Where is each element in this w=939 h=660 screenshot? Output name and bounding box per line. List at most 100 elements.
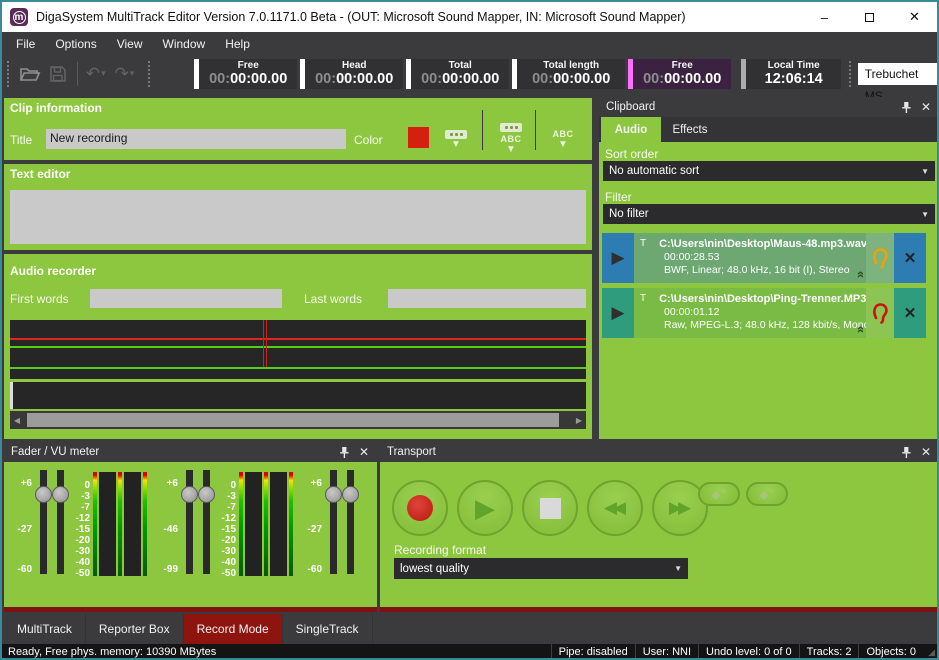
- undo-button[interactable]: ↶▾: [82, 60, 111, 88]
- text-editor-title: Text editor: [10, 167, 70, 181]
- add-marker-button[interactable]: ◆+: [698, 482, 740, 506]
- menu-help[interactable]: Help: [215, 34, 260, 54]
- font-selector[interactable]: Trebuchet MS: [858, 63, 937, 85]
- tab-reporter-box[interactable]: Reporter Box: [86, 614, 184, 644]
- expand-chevron-icon[interactable]: »: [852, 271, 866, 278]
- slider-knob[interactable]: [198, 486, 215, 503]
- scroll-left-button[interactable]: ◀: [10, 411, 24, 429]
- clipboard-item-2[interactable]: ▶ TC:\Users\nin\Desktop\Ping-Trenner.MP3…: [602, 288, 926, 338]
- close-panel-icon[interactable]: ✕: [921, 446, 931, 458]
- vu-level-bar: [124, 472, 141, 576]
- status-message: Ready, Free phys. memory: 10390 MBytes: [8, 646, 216, 658]
- fader-title: Fader / VU meter: [11, 446, 99, 458]
- close-panel-icon[interactable]: ✕: [921, 101, 931, 113]
- tab-record-mode[interactable]: Record Mode: [184, 614, 283, 644]
- slider-knob[interactable]: [181, 486, 198, 503]
- scroll-right-button[interactable]: ▶: [572, 411, 586, 429]
- fader-slider-mon-right[interactable]: [342, 470, 359, 578]
- play-button[interactable]: ▶: [457, 480, 513, 536]
- remove-marker-button[interactable]: ◆−: [746, 482, 788, 506]
- marker-row[interactable]: [10, 382, 586, 409]
- horizontal-scrollbar[interactable]: ◀ ▶: [10, 411, 586, 429]
- item-remove-button[interactable]: ✕: [894, 288, 926, 338]
- last-words-label: Last words: [304, 292, 362, 306]
- counter-value: 00:00:00.00: [643, 71, 721, 87]
- pin-icon[interactable]: [339, 446, 350, 459]
- text-template-dropdown-button[interactable]: ABC ▼: [491, 116, 531, 160]
- text-editor-panel: Text editor: [4, 164, 592, 250]
- resize-grip[interactable]: ◢: [923, 647, 937, 658]
- fader-slider-in-right[interactable]: [52, 470, 69, 578]
- item-body[interactable]: TC:\Users\nin\Desktop\Maus-48.mp3.wav 00…: [634, 233, 866, 283]
- status-bar: Ready, Free phys. memory: 10390 MBytes P…: [2, 644, 937, 660]
- redo-icon: ↷: [114, 65, 128, 82]
- status-undo-level: Undo level: 0 of 0: [698, 644, 799, 660]
- playhead-cursor[interactable]: [263, 320, 264, 367]
- vu-gradient-strip: [264, 472, 268, 576]
- expand-chevron-icon[interactable]: »: [852, 326, 866, 333]
- item-prelisten-button[interactable]: [866, 233, 894, 283]
- item-play-button[interactable]: ▶: [602, 288, 634, 338]
- item-prelisten-button[interactable]: [866, 288, 894, 338]
- close-icon: ✕: [904, 304, 917, 322]
- item-play-button[interactable]: ▶: [602, 233, 634, 283]
- tab-effects[interactable]: Effects: [661, 117, 719, 142]
- sort-order-value: No automatic sort: [609, 165, 699, 177]
- redo-button[interactable]: ↷▾: [110, 60, 139, 88]
- color-label: Color: [354, 133, 383, 147]
- waveform-display[interactable]: [10, 320, 586, 409]
- color-swatch[interactable]: [408, 127, 429, 148]
- tab-multitrack[interactable]: MultiTrack: [4, 614, 86, 644]
- filter-select[interactable]: No filter ▼: [603, 204, 935, 224]
- status-pipe: Pipe: disabled: [551, 644, 635, 660]
- open-button[interactable]: [16, 60, 45, 88]
- menu-file[interactable]: File: [6, 34, 45, 54]
- scrollbar-thumb[interactable]: [27, 413, 559, 427]
- stop-button[interactable]: [522, 480, 578, 536]
- text-editor-area[interactable]: [10, 190, 586, 244]
- dropdown-caret-icon: ▼: [451, 141, 461, 149]
- slider-knob[interactable]: [342, 486, 359, 503]
- toolbar-grip-2[interactable]: [148, 61, 154, 87]
- maximize-button[interactable]: [847, 2, 892, 32]
- menu-options[interactable]: Options: [45, 34, 106, 54]
- item-body[interactable]: TC:\Users\nin\Desktop\Ping-Trenner.MP3 0…: [634, 288, 866, 338]
- first-words-input[interactable]: [90, 289, 282, 308]
- slider-knob[interactable]: [325, 486, 342, 503]
- toolbar-grip[interactable]: [7, 61, 13, 87]
- playhead-cursor[interactable]: [266, 320, 267, 367]
- save-button[interactable]: [44, 60, 73, 88]
- slider-knob[interactable]: [52, 486, 69, 503]
- item-remove-button[interactable]: ✕: [894, 233, 926, 283]
- toolbar-grip-3[interactable]: [849, 61, 855, 87]
- ear-icon: [872, 247, 889, 269]
- pin-icon[interactable]: [901, 101, 912, 114]
- recording-format-select[interactable]: lowest quality ▼: [394, 558, 688, 579]
- fader-slider-out-right[interactable]: [198, 470, 215, 578]
- clipboard-item-1[interactable]: ▶ TC:\Users\nin\Desktop\Maus-48.mp3.wav …: [602, 233, 926, 283]
- record-button[interactable]: [392, 480, 448, 536]
- clipboard-header[interactable]: Clipboard ✕: [599, 97, 939, 117]
- menu-view[interactable]: View: [107, 34, 153, 54]
- fader-slider-in-left[interactable]: [35, 470, 52, 578]
- transport-header[interactable]: Transport ✕: [380, 442, 939, 462]
- fader-range-labels: +6-27-60: [300, 470, 325, 578]
- minimize-button[interactable]: –: [802, 2, 847, 32]
- tab-singletrack[interactable]: SingleTrack: [283, 614, 373, 644]
- fader-header[interactable]: Fader / VU meter ✕: [4, 442, 377, 462]
- menu-window[interactable]: Window: [153, 34, 216, 54]
- pin-icon[interactable]: [901, 446, 912, 459]
- title-input[interactable]: New recording: [46, 129, 346, 149]
- last-words-input[interactable]: [388, 289, 586, 308]
- sort-order-select[interactable]: No automatic sort ▼: [603, 161, 935, 181]
- slider-knob[interactable]: [35, 486, 52, 503]
- rewind-button[interactable]: ◀◀: [587, 480, 643, 536]
- status-user: User: NNI: [635, 644, 698, 660]
- close-button[interactable]: ✕: [892, 2, 937, 32]
- fader-slider-out-left[interactable]: [181, 470, 198, 578]
- tab-audio[interactable]: Audio: [601, 117, 661, 142]
- close-panel-icon[interactable]: ✕: [359, 446, 369, 458]
- fader-slider-mon-left[interactable]: [325, 470, 342, 578]
- abc-dropdown-button[interactable]: ABC ▼: [543, 122, 583, 156]
- color-dropdown-button[interactable]: ▼: [438, 122, 474, 156]
